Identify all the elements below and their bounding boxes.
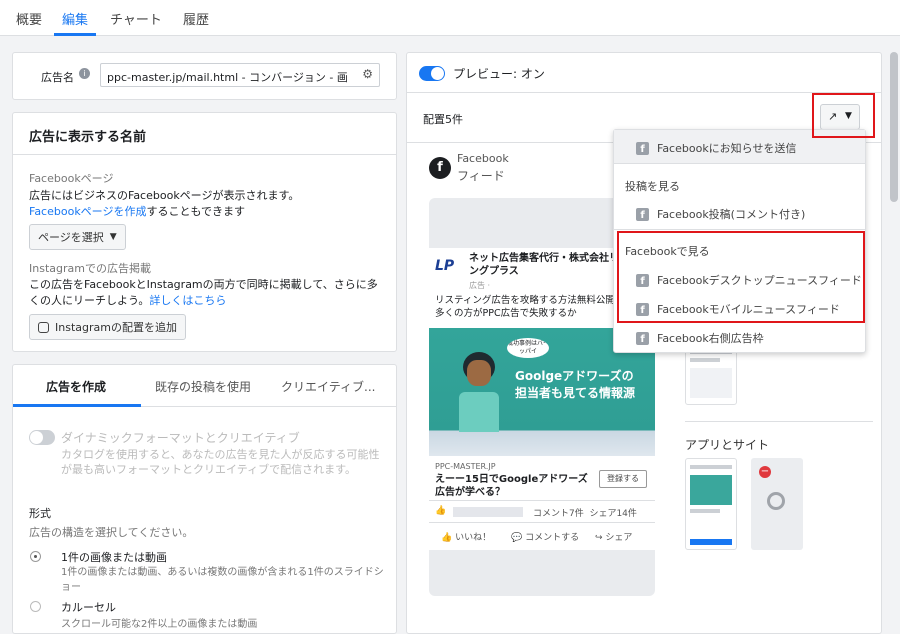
user-placeholder-icon: [767, 492, 785, 510]
image-headline: Goolgeアドワーズの担当者も見てる情報源: [515, 369, 636, 400]
menu-post-with-comments[interactable]: f Facebook投稿(コメント付き): [636, 206, 805, 222]
add-instagram-label: Instagramの配置を追加: [55, 321, 177, 334]
create-page-link[interactable]: Facebookページを作成: [29, 205, 146, 218]
feed-subtitle: フィード: [457, 169, 505, 183]
active-tab-indicator: [54, 33, 96, 36]
gear-icon[interactable]: ⚙: [362, 67, 373, 81]
tab-edit[interactable]: 編集: [62, 9, 88, 28]
link-title: えーー15日でGoogleアドワーズ広告が学べる？: [435, 474, 588, 498]
signup-button[interactable]: 登録する: [599, 470, 647, 488]
facebook-logo-icon: f: [429, 157, 451, 179]
like-action[interactable]: 👍 いいね！: [441, 530, 491, 543]
creative-card: 広告を作成 既存の投稿を使用 クリエイティブ... ダイナミックフォーマットとク…: [12, 364, 397, 634]
app-thumb-phone[interactable]: [685, 458, 737, 550]
menu-right-column-label: Facebook右側広告枠: [657, 332, 764, 345]
fb-page-desc: 広告にはビジネスのFacebookページが表示されます。: [29, 189, 300, 202]
option-single-desc: 1件の画像または動画、あるいは複数の画像が含まれる1件のスライドショー: [61, 567, 384, 593]
preview-toggle-label: プレビュー: オン: [453, 67, 545, 81]
preview-toggle[interactable]: [419, 66, 445, 81]
ad-name-card: 広告名 i ppc-master.jp/mail.html - コンバージョン …: [12, 52, 397, 100]
instagram-label: Instagramでの広告掲載: [29, 262, 151, 275]
caret-down-icon: ▼: [109, 232, 117, 242]
dynamic-toggle[interactable]: [29, 430, 55, 445]
select-page-button[interactable]: ページを選択 ▼: [29, 224, 126, 250]
ad-name-input[interactable]: ppc-master.jp/mail.html - コンバージョン - 画像 ⚙: [100, 63, 380, 87]
ad-name-label: 広告名: [41, 71, 74, 84]
post-stats: コメント7件 シェア14件: [533, 509, 637, 519]
apps-sites-label: アプリとサイト: [685, 438, 770, 452]
instagram-icon: [38, 321, 49, 333]
fb-page-label: Facebookページ: [29, 172, 114, 185]
tab-creative-hub[interactable]: クリエイティブ...: [281, 378, 375, 395]
page-logo: LP: [435, 258, 455, 274]
speech-bubble: 成功事例はバーッパイ: [507, 338, 549, 358]
dynamic-label: ダイナミックフォーマットとクリエイティブ: [61, 431, 300, 445]
feed-title: Facebook: [457, 152, 509, 165]
menu-right-column[interactable]: f Facebook右側広告枠: [636, 330, 764, 346]
info-icon[interactable]: i: [79, 68, 90, 79]
share-label: シェア: [605, 533, 633, 543]
tab-create-ad[interactable]: 広告を作成: [46, 378, 106, 395]
select-page-label: ページを選択: [38, 231, 104, 244]
like-label: いいね！: [455, 533, 492, 543]
placements-count: 配置5件: [423, 113, 463, 126]
radio-carousel[interactable]: [30, 601, 41, 612]
menu-send-notification[interactable]: f Facebookにお知らせを送信: [636, 140, 796, 156]
tab-existing-post[interactable]: 既存の投稿を使用: [155, 378, 251, 395]
tab-overview[interactable]: 概要: [16, 9, 42, 28]
option-single-title: 1件の画像または動画: [61, 551, 167, 564]
link-domain: PPC-MASTER.JP: [435, 462, 496, 471]
ad-name-value: ppc-master.jp/mail.html - コンバージョン - 画像: [107, 71, 347, 84]
menu-send-notification-label: Facebookにお知らせを送信: [657, 142, 797, 155]
radio-single-image[interactable]: [30, 551, 41, 562]
tab-chart[interactable]: チャート: [110, 9, 162, 28]
facebook-icon: f: [636, 141, 649, 155]
dynamic-desc: カタログを使用すると、あなたの広告を見た人が反応する可能性が最も高いフォーマット…: [61, 448, 380, 476]
scrollbar[interactable]: [890, 52, 898, 202]
identity-card: 広告に表示する名前 Facebookページ 広告にはビジネスのFacebookペ…: [12, 112, 397, 352]
create-page-suffix: することもできます: [146, 205, 246, 218]
add-instagram-button[interactable]: Instagramの配置を追加: [29, 314, 186, 340]
highlight-facebook-options: [617, 231, 865, 323]
comment-label: コメントする: [525, 533, 580, 543]
app-thumb-unavailable[interactable]: −: [751, 458, 803, 550]
reactions-count-blur: [453, 507, 523, 517]
facebook-icon: f: [636, 207, 649, 221]
no-entry-icon: −: [759, 466, 771, 478]
option-carousel-desc: スクロール可能な2件以上の画像または動画: [61, 619, 258, 630]
identity-heading: 広告に表示する名前: [29, 130, 147, 145]
option-carousel-title: カルーセル: [61, 601, 116, 614]
reactions-icon: 👍: [435, 506, 447, 516]
create-tab-indicator: [13, 404, 141, 407]
facebook-icon: f: [636, 331, 649, 345]
comment-action[interactable]: 💬 コメントする: [511, 530, 579, 543]
highlight-open-button: [812, 93, 875, 138]
section-view-post: 投稿を見る: [625, 180, 680, 193]
tab-history[interactable]: 履歴: [183, 9, 209, 28]
sponsored-label: 広告 ·: [469, 281, 491, 290]
share-action[interactable]: ↪ シェア: [595, 530, 632, 543]
learn-more-link[interactable]: 詳しくはこちら: [149, 294, 226, 307]
top-tab-bar: 概要 編集 チャート 履歴: [0, 0, 900, 36]
menu-post-with-comments-label: Facebook投稿(コメント付き): [657, 208, 806, 221]
format-label: 形式: [29, 507, 51, 520]
format-desc: 広告の構造を選択してください。: [29, 526, 194, 539]
